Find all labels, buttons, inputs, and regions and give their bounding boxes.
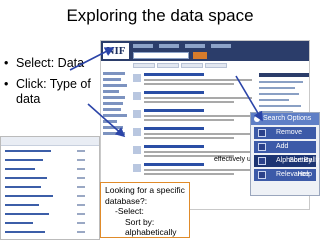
nif-tabs	[133, 63, 227, 68]
data-type-row[interactable]	[5, 147, 95, 155]
data-type-row[interactable]	[5, 228, 95, 236]
slide-title: Exploring the data space	[66, 6, 254, 25]
bullet-dot: •	[4, 77, 9, 91]
panel-header	[1, 137, 99, 146]
data-type-row[interactable]	[5, 174, 95, 182]
result-row[interactable]	[133, 127, 255, 143]
search-options-header: Search Options	[251, 113, 319, 125]
search-options-title: Search Options	[263, 115, 312, 122]
callout-line: -Select:	[115, 206, 144, 216]
nif-nav	[133, 44, 231, 48]
search-options-menu: Search Options Remove Add Alphabetically…	[250, 112, 320, 196]
result-row[interactable]	[133, 91, 255, 107]
menu-item-right-label: Sort By	[289, 157, 312, 164]
data-type-row[interactable]	[5, 165, 95, 173]
nif-logo[interactable]: NIF	[103, 43, 129, 59]
bullet-text: Select: Data	[16, 56, 85, 70]
bullet-dot: •	[4, 56, 9, 70]
data-type-row[interactable]	[5, 210, 95, 218]
search-input[interactable]	[133, 52, 189, 59]
checkbox-icon	[258, 143, 266, 151]
bullet-text: Click: Type of data	[16, 77, 91, 106]
menu-item-sort-alphabetically[interactable]: Alphabetically Sort By	[254, 155, 319, 167]
callout-line: Looking for a specific database?:	[105, 185, 185, 206]
checkbox-icon	[258, 129, 266, 137]
bullet-item: • Click: Type of data	[4, 77, 100, 107]
search-button[interactable]	[193, 52, 207, 59]
data-type-panel	[0, 136, 100, 240]
data-type-row[interactable]	[5, 156, 95, 164]
data-type-row[interactable]	[5, 183, 95, 191]
menu-item-relevance[interactable]: Relevance Help	[254, 169, 316, 181]
callout-box: Looking for a specific database?: -Selec…	[100, 182, 190, 238]
menu-item-right-label: Help	[297, 171, 312, 178]
menu-item-remove[interactable]: Remove	[254, 127, 316, 139]
bullet-list: • Select: Data • Click: Type of data	[4, 56, 100, 113]
data-type-row[interactable]	[5, 201, 95, 209]
result-row[interactable]	[133, 109, 255, 125]
result-row[interactable]	[133, 73, 255, 89]
checkbox-icon	[258, 171, 266, 179]
bullet-item: • Select: Data	[4, 56, 100, 71]
menu-item-add[interactable]: Add	[254, 141, 316, 153]
callout-line: Sort by: alphabetically	[125, 216, 177, 238]
checkbox-icon	[258, 157, 266, 165]
data-type-row[interactable]	[5, 192, 95, 200]
options-icon	[254, 116, 260, 122]
result-row[interactable]	[133, 163, 255, 179]
nif-header: NIF	[101, 41, 309, 61]
data-type-row[interactable]	[5, 219, 95, 227]
partial-text: effectively utilize Molecular	[214, 156, 252, 163]
